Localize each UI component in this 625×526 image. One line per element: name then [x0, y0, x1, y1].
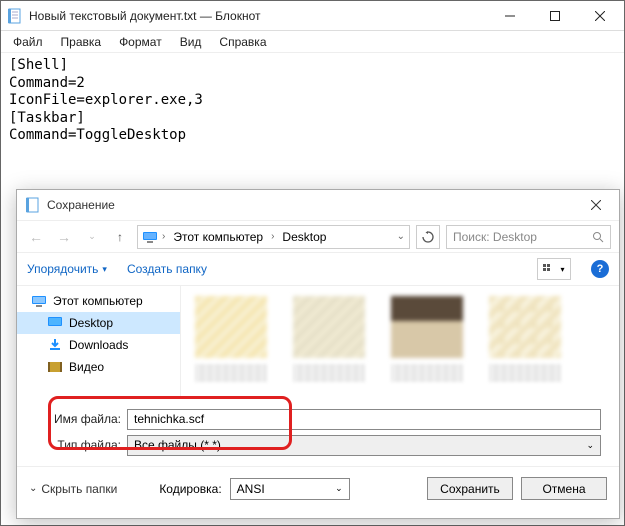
tree-downloads[interactable]: Downloads — [17, 334, 180, 356]
save-fields: Имя файла: Тип файла: Все файлы (*.*) ⌄ — [17, 398, 619, 460]
save-button[interactable]: Сохранить — [427, 477, 513, 500]
notepad-icon — [7, 8, 23, 24]
pc-icon — [31, 293, 47, 309]
file-list[interactable] — [181, 286, 619, 398]
organize-button[interactable]: Упорядочить▾ — [27, 262, 107, 276]
breadcrumb-pc[interactable]: Этот компьютер — [169, 230, 267, 244]
chevron-right-icon: › — [162, 231, 165, 242]
nav-tree: Этот компьютер Desktop Downloads Видео — [17, 286, 181, 398]
nav-forward-button[interactable]: → — [53, 226, 75, 248]
dialog-toolbar: Упорядочить▾ Создать папку ▾ ? — [17, 252, 619, 286]
cancel-button[interactable]: Отмена — [521, 477, 607, 500]
save-dialog-icon — [25, 197, 41, 213]
search-placeholder: Поиск: Desktop — [453, 230, 537, 244]
nav-recent-dropdown[interactable]: ⌄ — [81, 226, 103, 248]
address-dropdown-icon[interactable]: ⌄ — [397, 231, 405, 242]
notepad-editor[interactable]: [Shell] Command=2 IconFile=explorer.exe,… — [1, 53, 624, 149]
search-input[interactable]: Поиск: Desktop — [446, 225, 611, 249]
dialog-footer: ⌄ Скрыть папки Кодировка: ANSI ⌄ Сохрани… — [17, 466, 619, 510]
close-button[interactable] — [577, 2, 622, 30]
file-thumbnail[interactable] — [489, 296, 561, 382]
filename-input[interactable] — [127, 409, 601, 430]
tree-desktop[interactable]: Desktop — [17, 312, 180, 334]
pc-icon — [142, 229, 158, 245]
view-options-button[interactable]: ▾ — [537, 258, 571, 280]
dialog-navbar: ← → ⌄ ↑ › Этот компьютер › Desktop ⌄ Пои… — [17, 220, 619, 252]
menu-view[interactable]: Вид — [172, 33, 210, 51]
search-icon — [592, 231, 604, 243]
file-thumbnail[interactable] — [391, 296, 463, 382]
chevron-down-icon: ⌄ — [29, 483, 37, 494]
encoding-label: Кодировка: — [159, 482, 221, 496]
nav-back-button[interactable]: ← — [25, 226, 47, 248]
maximize-button[interactable] — [532, 2, 577, 30]
dialog-titlebar: Сохранение — [17, 190, 619, 220]
menu-file[interactable]: Файл — [5, 33, 51, 51]
file-thumbnail[interactable] — [293, 296, 365, 382]
filetype-label: Тип файла: — [35, 438, 121, 452]
breadcrumb-desktop[interactable]: Desktop — [278, 230, 330, 244]
tree-videos[interactable]: Видео — [17, 356, 180, 378]
chevron-down-icon: ⌄ — [586, 440, 594, 451]
menu-format[interactable]: Формат — [111, 33, 170, 51]
nav-up-button[interactable]: ↑ — [109, 226, 131, 248]
address-bar[interactable]: › Этот компьютер › Desktop ⌄ — [137, 225, 410, 249]
encoding-select[interactable]: ANSI ⌄ — [230, 478, 350, 500]
dialog-body: Этот компьютер Desktop Downloads Видео — [17, 286, 619, 398]
filetype-select[interactable]: Все файлы (*.*) ⌄ — [127, 435, 601, 456]
window-controls — [487, 2, 622, 30]
chevron-down-icon: ▾ — [102, 264, 107, 275]
video-icon — [47, 359, 63, 375]
tree-this-pc[interactable]: Этот компьютер — [17, 290, 180, 312]
download-icon — [47, 337, 63, 353]
desktop-icon — [47, 315, 63, 331]
dialog-close-button[interactable] — [577, 191, 615, 219]
new-folder-button[interactable]: Создать папку — [127, 262, 207, 276]
notepad-titlebar: Новый текстовый документ.txt — Блокнот — [1, 1, 624, 31]
notepad-menubar: Файл Правка Формат Вид Справка — [1, 31, 624, 53]
filename-label: Имя файла: — [35, 412, 121, 426]
notepad-title: Новый текстовый документ.txt — Блокнот — [29, 9, 487, 23]
file-thumbnail[interactable] — [195, 296, 267, 382]
menu-help[interactable]: Справка — [211, 33, 274, 51]
chevron-right-icon: › — [271, 231, 274, 242]
chevron-down-icon: ⌄ — [335, 483, 343, 494]
dialog-title: Сохранение — [47, 198, 577, 212]
help-button[interactable]: ? — [591, 260, 609, 278]
save-dialog: Сохранение ← → ⌄ ↑ › Этот компьютер › De… — [16, 189, 620, 519]
minimize-button[interactable] — [487, 2, 532, 30]
menu-edit[interactable]: Правка — [53, 33, 110, 51]
refresh-button[interactable] — [416, 225, 440, 249]
hide-folders-button[interactable]: ⌄ Скрыть папки — [29, 482, 117, 496]
